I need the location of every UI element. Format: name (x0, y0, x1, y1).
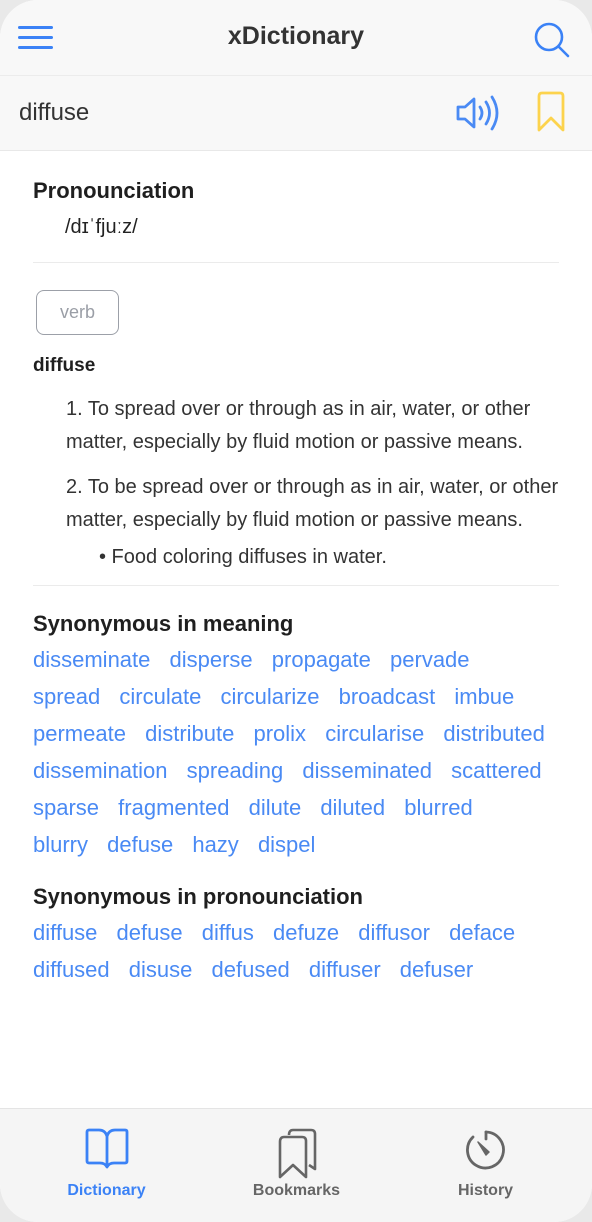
synonyms-meaning-list: disseminate disperse propagate pervade s… (33, 641, 559, 863)
nav-label: History (457, 1182, 514, 1199)
synonym-link[interactable]: defused (212, 957, 290, 982)
synonym-link[interactable]: distribute (145, 721, 234, 746)
synonym-link[interactable]: prolix (253, 721, 306, 746)
synonym-link[interactable]: permeate (33, 721, 126, 746)
bottom-navigation: Dictionary Bookmarks History (0, 1108, 592, 1222)
definition-item: 1. To spread over or through as in air, … (66, 398, 531, 453)
bookmark-button[interactable] (535, 90, 567, 134)
synonym-link[interactable]: circularize (220, 684, 319, 709)
synonym-link[interactable]: disuse (129, 957, 193, 982)
open-book-icon (85, 1128, 128, 1169)
search-icon (534, 22, 570, 58)
current-word: diffuse (19, 99, 90, 126)
speaker-icon (456, 95, 499, 131)
nav-label: Bookmarks (252, 1182, 341, 1199)
synonym-link[interactable]: diffusor (358, 920, 430, 945)
synonym-link[interactable]: diffus (202, 920, 254, 945)
synonym-link[interactable]: disseminate (33, 647, 150, 672)
definitions-list: 1. To spread over or through as in air, … (66, 393, 559, 573)
synonym-link[interactable]: fragmented (118, 795, 229, 820)
definition-content: Pronounciation /dɪˈfjuːz/ verb diffuse 1… (33, 151, 559, 988)
synonym-link[interactable]: hazy (192, 832, 238, 857)
synonym-link[interactable]: circularise (325, 721, 424, 746)
synonym-link[interactable]: blurry (33, 832, 88, 857)
synonym-link[interactable]: imbue (454, 684, 514, 709)
synonym-link[interactable]: distributed (443, 721, 545, 746)
pronunciation-ipa: /dɪˈfjuːz/ (65, 216, 138, 238)
usage-example: • Food coloring diffuses in water. (99, 546, 387, 568)
definition-item: 2. To be spread over or through as in ai… (66, 476, 559, 531)
synonym-link[interactable]: pervade (390, 647, 470, 672)
synonym-link[interactable]: disseminated (302, 758, 432, 783)
synonyms-pronunciation-heading: Synonymous in pronounciation (33, 884, 363, 909)
nav-tab-history[interactable]: History (387, 1109, 584, 1222)
synonym-link[interactable]: spread (33, 684, 100, 709)
timer-history-icon (465, 1130, 505, 1170)
synonym-link[interactable]: diffused (33, 957, 110, 982)
app-title: xDictionary (227, 22, 365, 50)
synonym-link[interactable]: dilute (249, 795, 302, 820)
synonym-link[interactable]: defuse (107, 832, 173, 857)
synonym-link[interactable]: sparse (33, 795, 99, 820)
synonym-link[interactable]: circulate (119, 684, 201, 709)
divider (33, 262, 559, 263)
synonyms-meaning-heading: Synonymous in meaning (33, 611, 294, 636)
nav-tab-bookmarks[interactable]: Bookmarks (198, 1109, 395, 1222)
word-bar: diffuse (0, 76, 592, 151)
synonym-link[interactable]: broadcast (339, 684, 436, 709)
divider (33, 585, 559, 586)
synonym-link[interactable]: blurred (404, 795, 472, 820)
app-bar: xDictionary (0, 0, 592, 76)
synonym-link[interactable]: diffuse (33, 920, 97, 945)
bookmarks-stack-icon (278, 1128, 316, 1179)
synonym-link[interactable]: defuse (117, 920, 183, 945)
part-of-speech-badge: verb (36, 290, 119, 335)
pronunciation-heading: Pronounciation (33, 178, 195, 203)
synonym-link[interactable]: diffuser (309, 957, 381, 982)
nav-label: Dictionary (67, 1182, 146, 1199)
synonym-link[interactable]: defuze (273, 920, 339, 945)
synonym-link[interactable]: spreading (187, 758, 284, 783)
pronounce-button[interactable] (455, 93, 505, 133)
synonyms-pronunciation-list: diffuse defuse diffus defuze diffusor de… (33, 914, 559, 988)
synonym-link[interactable]: deface (449, 920, 515, 945)
synonym-link[interactable]: dissemination (33, 758, 168, 783)
synonym-link[interactable]: dispel (258, 832, 315, 857)
search-button[interactable] (532, 20, 572, 60)
app-screen: xDictionary diffuse Pronounciation /dɪˈf… (0, 0, 592, 1222)
synonym-link[interactable]: scattered (451, 758, 542, 783)
bookmark-outline-icon (537, 91, 565, 132)
synonym-link[interactable]: propagate (272, 647, 371, 672)
synonym-link[interactable]: diluted (320, 795, 385, 820)
synonym-link[interactable]: defuser (400, 957, 473, 982)
entry-headword: diffuse (33, 355, 96, 376)
synonym-link[interactable]: disperse (170, 647, 253, 672)
nav-tab-dictionary[interactable]: Dictionary (8, 1109, 205, 1222)
